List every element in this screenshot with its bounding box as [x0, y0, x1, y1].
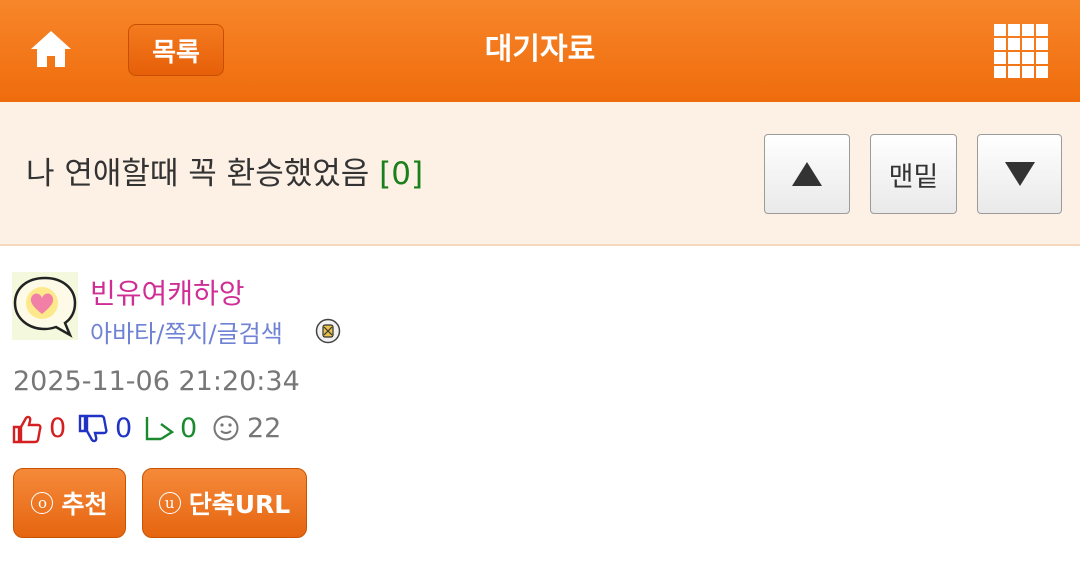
short-url-shortcut-key: u [158, 492, 181, 514]
reply-count[interactable]: [0] [379, 156, 423, 192]
recommend-shortcut-key: o [31, 492, 54, 514]
author-nickname[interactable]: 빈유여캐하앙 [90, 272, 245, 312]
triangle-up-icon [792, 162, 822, 186]
dislike-count: 0 [115, 413, 133, 444]
post-title-bar: 나 연애할때 꼭 환승했었음 [0] 맨밑 [0, 102, 1080, 246]
post-title: 나 연애할때 꼭 환승했었음 [0] [26, 150, 423, 198]
post-title-text: 나 연애할때 꼭 환승했었음 [26, 156, 370, 192]
triangle-down-icon [1004, 162, 1035, 186]
view-count: 22 [247, 413, 282, 444]
post-stats: 0 0 0 22 [12, 410, 412, 450]
scroll-up-button[interactable] [764, 134, 850, 214]
avatar-message-search-link[interactable]: 아바타/쪽지/글검색 [90, 314, 283, 349]
share-arrow-icon[interactable] [144, 414, 176, 444]
thumbs-down-icon[interactable] [78, 414, 108, 444]
recommend-label: 추천 [61, 490, 108, 519]
share-count: 0 [180, 413, 198, 444]
short-url-label: 단축URL [188, 490, 291, 519]
top-navigation-bar: 목록 대기자료 [0, 0, 1080, 102]
scroll-bottom-button[interactable]: 맨밑 [870, 134, 957, 214]
avatar[interactable] [12, 272, 78, 340]
recommend-button[interactable]: o 추천 [13, 468, 126, 538]
heart-speech-bubble-icon [12, 272, 78, 340]
short-url-button[interactable]: u 단축URL [142, 468, 307, 538]
grid-menu-icon[interactable] [994, 24, 1048, 78]
like-count: 0 [49, 413, 67, 444]
views-face-icon [213, 415, 239, 441]
scroll-down-button[interactable] [977, 134, 1062, 214]
page-title: 대기자료 [484, 32, 596, 67]
post-date: 2025-11-06 21:20:34 [13, 366, 300, 397]
level-badge-icon [315, 318, 341, 344]
thumbs-up-icon[interactable] [12, 414, 42, 444]
